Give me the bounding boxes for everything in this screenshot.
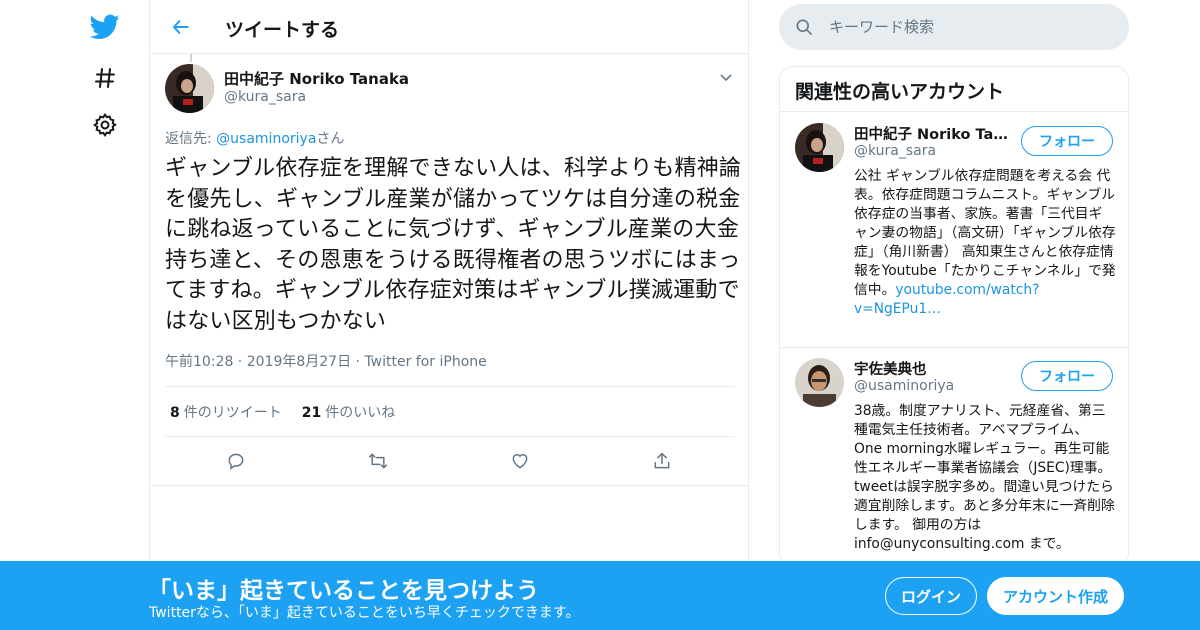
- tweet-actions: [150, 448, 748, 474]
- meta-separator: ·: [233, 354, 247, 370]
- divider: [165, 436, 735, 437]
- main-column: ツイートする 田中紀子 Noriko Tanaka @kura_sara 返信先…: [149, 0, 749, 630]
- login-button[interactable]: ログイン: [885, 577, 977, 615]
- tweet-source[interactable]: Twitter for iPhone: [364, 354, 486, 370]
- gear-icon[interactable]: [90, 110, 120, 140]
- account-name[interactable]: 宇佐美典也: [854, 358, 1014, 379]
- reply-mention-link[interactable]: @usaminoriya: [216, 131, 316, 147]
- avatar[interactable]: [795, 358, 844, 407]
- tweet-date[interactable]: 2019年8月27日: [247, 354, 351, 370]
- follow-button[interactable]: フォロー: [1021, 126, 1113, 156]
- search-box[interactable]: [779, 4, 1129, 50]
- reply-icon[interactable]: [223, 448, 249, 474]
- panel-title: 関連性の高いアカウント: [780, 67, 1128, 112]
- like-count: 21: [301, 405, 322, 421]
- account-bio: 38歳。制度アナリスト、元経産省、第三種電気主任技術者。アベマプライム、One …: [854, 403, 1115, 552]
- tweet-time[interactable]: 午前10:28: [165, 354, 233, 370]
- account-handle[interactable]: @usaminoriya: [854, 378, 954, 394]
- reply-suffix: さん: [316, 131, 345, 147]
- avatar[interactable]: [165, 64, 214, 113]
- account-name[interactable]: 田中紀子 Noriko Tanaka: [854, 123, 1014, 144]
- left-nav: [0, 0, 150, 630]
- like-label: 件のいいね: [325, 405, 396, 421]
- search-input[interactable]: [829, 4, 1109, 50]
- account-card[interactable]: 宇佐美典也 @usaminoriya フォロー 38歳。制度アナリスト、元経産省…: [780, 348, 1128, 565]
- chevron-down-icon[interactable]: [716, 68, 736, 88]
- banner-title: 「いま」起きていることを見つけよう: [148, 578, 539, 604]
- retweet-label: 件のリツイート: [183, 405, 282, 421]
- like-heart-icon[interactable]: [507, 448, 533, 474]
- divider: [150, 485, 748, 486]
- retweet-stat[interactable]: 8 件のリツイート: [170, 402, 282, 422]
- tweet-meta: 午前10:28 · 2019年8月27日 · Twitter for iPhon…: [165, 351, 487, 371]
- divider: [165, 386, 735, 387]
- signup-button[interactable]: アカウント作成: [987, 577, 1124, 615]
- reply-context: 返信先: @usaminoriyaさん: [165, 128, 344, 148]
- tweet-author-handle[interactable]: @kura_sara: [224, 89, 306, 105]
- twitter-bird-icon[interactable]: [90, 12, 120, 42]
- share-icon[interactable]: [649, 448, 675, 474]
- like-stat[interactable]: 21 件のいいね: [302, 402, 395, 422]
- page-header: ツイートする: [150, 0, 748, 54]
- search-icon: [794, 17, 814, 37]
- account-handle[interactable]: @kura_sara: [854, 143, 936, 159]
- bio-text: 公社 ギャンブル依存症問題を考える会 代表。依存症問題コラムニスト。ギャンブル依…: [854, 168, 1116, 298]
- back-arrow-icon[interactable]: [168, 14, 194, 40]
- page-title: ツイートする: [225, 19, 340, 41]
- banner-subtitle: Twitterなら、「いま」起きていることをいち早くチェックできます。: [149, 605, 580, 621]
- tweet-stats: 8 件のリツイート 21 件のいいね: [170, 402, 395, 422]
- account-card[interactable]: 田中紀子 Noriko Tanaka @kura_sara フォロー 公社 ギャ…: [780, 113, 1128, 348]
- reply-prefix: 返信先:: [165, 131, 217, 147]
- avatar[interactable]: [795, 123, 844, 172]
- account-bio: 公社 ギャンブル依存症問題を考える会 代表。依存症問題コラムニスト。ギャンブル依…: [854, 167, 1116, 319]
- retweet-count: 8: [170, 405, 180, 421]
- follow-button[interactable]: フォロー: [1021, 361, 1113, 391]
- tweet-author-name[interactable]: 田中紀子 Noriko Tanaka: [224, 68, 409, 89]
- hashtag-icon[interactable]: [90, 63, 120, 93]
- signup-banner: 「いま」起きていることを見つけよう Twitterなら、「いま」起きていることを…: [0, 561, 1200, 630]
- thread-connector-line: [190, 54, 192, 62]
- meta-separator: ·: [351, 354, 365, 370]
- tweet-text: ギャンブル依存症を理解できない人は、科学よりも精神論を優先し、ギャンブル産業が儲…: [165, 156, 742, 334]
- related-accounts-panel: 関連性の高いアカウント 田中紀子 Noriko Tanaka @kura_sar…: [779, 66, 1129, 566]
- retweet-icon[interactable]: [365, 448, 391, 474]
